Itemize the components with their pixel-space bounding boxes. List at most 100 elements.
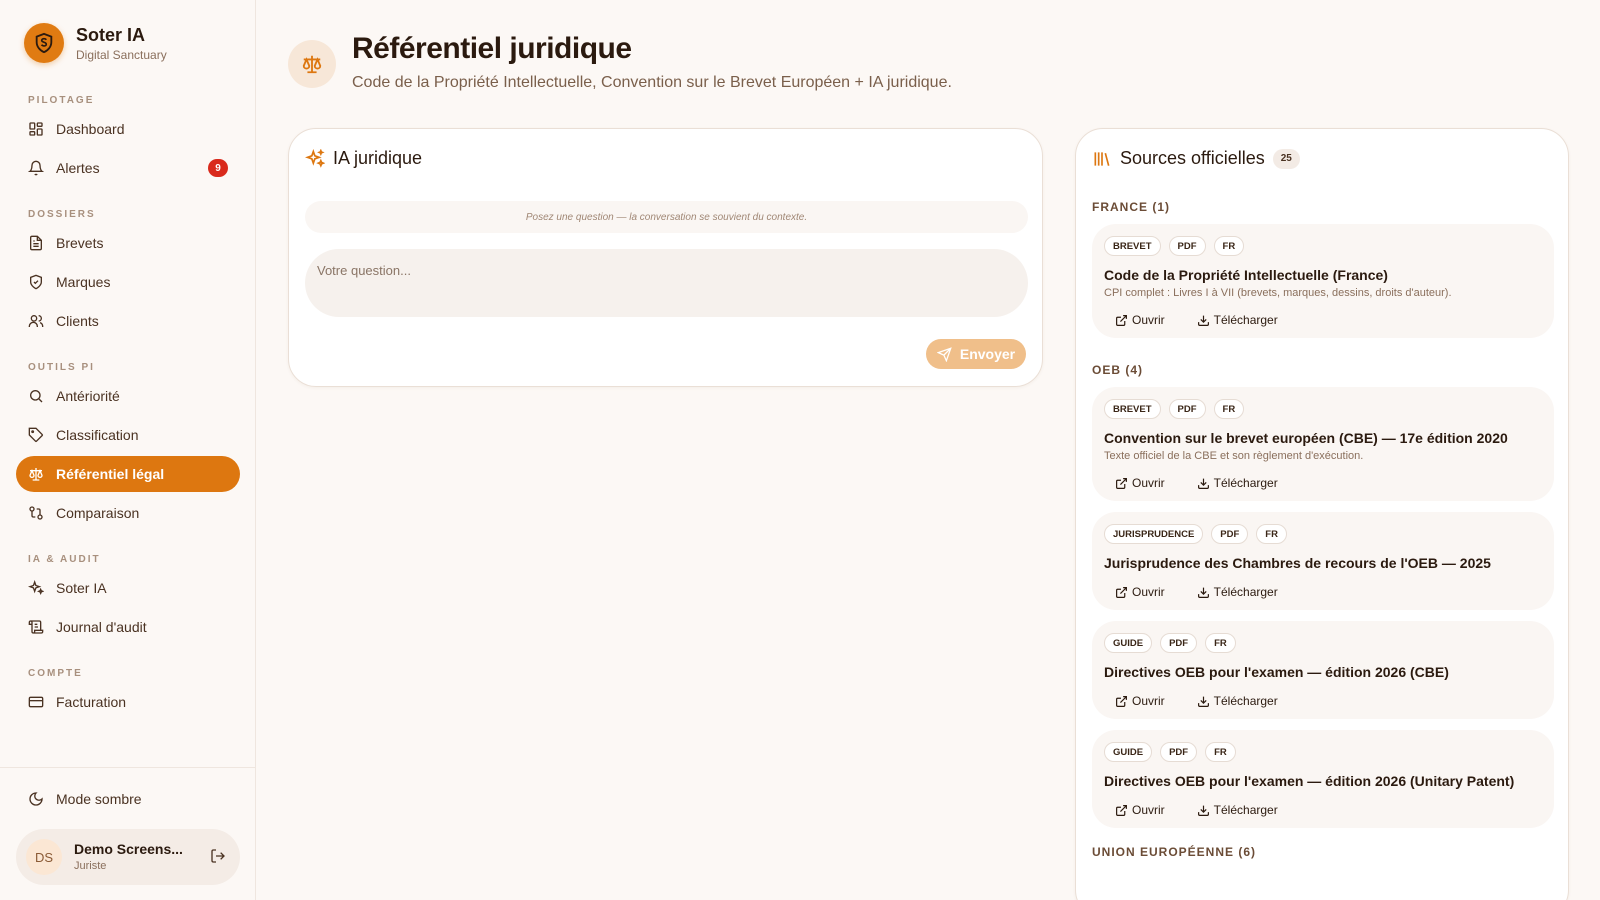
tag-icon <box>28 427 44 443</box>
nav-item-label: Dashboard <box>56 121 125 137</box>
download-icon <box>1197 314 1210 327</box>
open-link[interactable]: Ouvrir <box>1115 312 1165 328</box>
open-label: Ouvrir <box>1132 313 1165 327</box>
nav-item-anteriorite[interactable]: Antériorité <box>16 378 240 414</box>
question-input[interactable] <box>305 249 1028 317</box>
nav-item-dashboard[interactable]: Dashboard <box>16 111 240 147</box>
scroll-icon <box>28 619 44 635</box>
nav-item-label: Classification <box>56 427 139 443</box>
sidebar: Soter IA Digital Sanctuary PILOTAGE Dash… <box>0 0 256 900</box>
user-card[interactable]: DS Demo Screens... Juriste <box>16 829 240 885</box>
nav-item-label: Comparaison <box>56 505 140 521</box>
avatar: DS <box>26 839 62 875</box>
source-group-label: OEB (4) <box>1092 363 1144 377</box>
main-nav: PILOTAGE Dashboard Alertes 9 DOSSIERS Br… <box>16 94 240 723</box>
nav-item-referentiel-legal[interactable]: Référentiel légal <box>16 456 240 492</box>
nav-section-dossiers: DOSSIERS <box>28 209 96 220</box>
doc-tag: PDF <box>1168 236 1206 256</box>
download-link[interactable]: Télécharger <box>1197 802 1278 818</box>
nav-item-brevets[interactable]: Brevets <box>16 225 240 261</box>
credit-card-icon <box>28 694 44 710</box>
download-label: Télécharger <box>1213 476 1278 490</box>
download-link[interactable]: Télécharger <box>1197 693 1278 709</box>
page-title: Référentiel juridique <box>352 32 632 65</box>
download-icon <box>1197 586 1210 599</box>
source-group-label: UNION EUROPÉENNE (6) <box>1092 845 1257 859</box>
scales-icon <box>28 466 44 482</box>
dark-mode-toggle[interactable]: Mode sombre <box>28 791 142 807</box>
source-document: BREVET PDF FR Convention sur le brevet e… <box>1092 387 1554 501</box>
send-button[interactable]: Envoyer <box>926 339 1026 369</box>
doc-tag: PDF <box>1160 633 1198 653</box>
doc-title: Directives OEB pour l'examen — édition 2… <box>1104 664 1449 680</box>
nav-item-journal-audit[interactable]: Journal d'audit <box>16 609 240 645</box>
nav-section-pilotage: PILOTAGE <box>28 95 95 106</box>
nav-item-alertes[interactable]: Alertes 9 <box>16 150 240 186</box>
doc-title: Code de la Propriété Intellectuelle (Fra… <box>1104 267 1388 283</box>
doc-tag: PDF <box>1168 399 1206 419</box>
doc-title: Directives OEB pour l'examen — édition 2… <box>1104 773 1515 789</box>
sources-list: FRANCE (1) BREVET PDF FR Code de la Prop… <box>1092 199 1554 869</box>
external-link-icon <box>1115 477 1128 490</box>
download-icon <box>1197 695 1210 708</box>
doc-title: Jurisprudence des Chambres de recours de… <box>1104 555 1491 571</box>
doc-tag: BREVET <box>1104 399 1161 419</box>
download-label: Télécharger <box>1213 694 1278 708</box>
external-link-icon <box>1115 586 1128 599</box>
nav-item-soter-ia[interactable]: Soter IA <box>16 570 240 606</box>
download-link[interactable]: Télécharger <box>1197 584 1278 600</box>
source-document: GUIDE PDF FR Directives OEB pour l'exame… <box>1092 621 1554 719</box>
scales-header-icon <box>288 40 336 88</box>
brand[interactable]: Soter IA Digital Sanctuary <box>24 23 167 63</box>
open-link[interactable]: Ouvrir <box>1115 584 1165 600</box>
nav-item-clients[interactable]: Clients <box>16 303 240 339</box>
open-label: Ouvrir <box>1132 803 1165 817</box>
nav-item-comparaison[interactable]: Comparaison <box>16 495 240 531</box>
brand-name: Soter IA <box>76 24 146 45</box>
doc-tag: FR <box>1213 399 1245 419</box>
page-subtitle: Code de la Propriété Intellectuelle, Con… <box>352 74 952 91</box>
source-document: JURISPRUDENCE PDF FR Jurisprudence des C… <box>1092 512 1554 610</box>
search-icon <box>28 388 44 404</box>
nav-item-label: Référentiel légal <box>56 466 165 482</box>
nav-item-facturation[interactable]: Facturation <box>16 684 240 720</box>
nav-section-compte: COMPTE <box>28 668 83 679</box>
sidebar-footer: Mode sombre DS Demo Screens... Juriste <box>0 767 255 900</box>
nav-item-label: Clients <box>56 313 99 329</box>
open-label: Ouvrir <box>1132 585 1165 599</box>
ia-juridique-card: IA juridique Posez une question — la con… <box>288 128 1043 387</box>
send-button-label: Envoyer <box>959 346 1016 362</box>
nav-item-label: Alertes <box>56 160 100 176</box>
nav-section-ia-audit: IA & AUDIT <box>28 554 101 565</box>
nav-section-outils-pi: OUTILS PI <box>28 362 95 373</box>
sources-card: Sources officielles 25 FRANCE (1) BREVET… <box>1075 128 1569 900</box>
bell-icon <box>28 160 44 176</box>
dark-mode-label: Mode sombre <box>56 791 142 807</box>
users-icon <box>28 313 44 329</box>
source-document: GUIDE PDF FR Directives OEB pour l'exame… <box>1092 730 1554 828</box>
logout-icon[interactable] <box>210 848 226 864</box>
open-link[interactable]: Ouvrir <box>1115 802 1165 818</box>
open-link[interactable]: Ouvrir <box>1115 475 1165 491</box>
open-label: Ouvrir <box>1132 476 1165 490</box>
doc-tag: PDF <box>1211 524 1249 544</box>
sources-card-title: Sources officielles 25 <box>1092 148 1300 169</box>
doc-tag: BREVET <box>1104 236 1161 256</box>
nav-item-label: Antériorité <box>56 388 120 404</box>
download-link[interactable]: Télécharger <box>1197 475 1278 491</box>
send-icon <box>936 346 952 362</box>
nav-item-label: Brevets <box>56 235 104 251</box>
doc-title: Convention sur le brevet européen (CBE) … <box>1104 430 1508 446</box>
shield-logo-icon <box>24 23 64 63</box>
open-link[interactable]: Ouvrir <box>1115 693 1165 709</box>
external-link-icon <box>1115 314 1128 327</box>
external-link-icon <box>1115 804 1128 817</box>
external-link-icon <box>1115 695 1128 708</box>
ia-card-title-text: IA juridique <box>333 148 423 168</box>
doc-tag: FR <box>1256 524 1287 544</box>
download-link[interactable]: Télécharger <box>1197 312 1278 328</box>
download-label: Télécharger <box>1213 313 1278 327</box>
nav-item-marques[interactable]: Marques <box>16 264 240 300</box>
nav-item-classification[interactable]: Classification <box>16 417 240 453</box>
alert-count-badge: 9 <box>208 159 228 177</box>
